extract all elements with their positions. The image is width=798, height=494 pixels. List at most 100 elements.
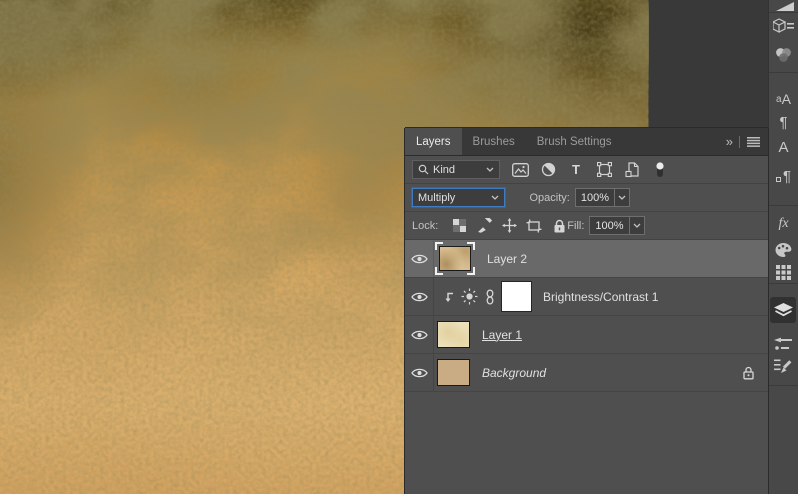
layer-row-layer2[interactable]: Layer 2	[405, 240, 768, 278]
dock-divider	[769, 12, 798, 13]
glyphs-panel-icon[interactable]: aA	[769, 89, 798, 109]
clipping-mask-arrow-icon	[445, 292, 453, 302]
color-panel-icon[interactable]	[769, 45, 798, 65]
tab-layers[interactable]: Layers	[405, 128, 462, 155]
character-glyph: A	[778, 138, 789, 156]
lock-artboard-nesting-icon[interactable]	[526, 218, 542, 234]
tab-brush-settings[interactable]: Brush Settings	[526, 128, 623, 155]
background-locked-icon[interactable]	[742, 365, 755, 380]
eye-icon	[410, 254, 428, 263]
chevron-down-icon	[633, 223, 641, 228]
lock-label: Lock:	[412, 219, 439, 232]
visibility-toggle[interactable]	[405, 240, 434, 277]
chevron-down-icon	[491, 195, 499, 200]
tab-brushes-label: Brushes	[472, 135, 515, 148]
layer-name[interactable]: Layer 1	[482, 328, 522, 342]
brushes-panel-icon[interactable]	[769, 334, 798, 354]
patterns-panel-icon[interactable]	[769, 262, 798, 282]
paragraph-glyph: ¶	[779, 113, 788, 131]
filter-type-layers-icon[interactable]: T	[567, 161, 585, 179]
filter-type-buttons: T	[511, 161, 669, 179]
glyphs-big-a: A	[781, 91, 791, 107]
blend-mode-dropdown[interactable]: Multiply	[412, 188, 505, 207]
paragraph-styles-glyph: ¶	[782, 167, 792, 185]
panel-icon-dock: aA ¶ A ¶ fx	[768, 0, 798, 494]
panel-tab-bar: Layers Brushes Brush Settings »	[405, 128, 768, 156]
tab-layers-label: Layers	[416, 135, 451, 148]
layer-row-layer1[interactable]: Layer 1	[405, 316, 768, 354]
blend-mode-value: Multiply	[418, 191, 456, 204]
brightness-contrast-adjustment-icon[interactable]	[461, 288, 478, 305]
partial-panel-icon[interactable]	[769, 0, 798, 17]
filter-kind-dropdown[interactable]: Kind	[412, 160, 500, 179]
eye-icon	[410, 330, 428, 339]
fill-value: 100%	[595, 219, 624, 232]
styles-square-glyph	[775, 177, 781, 182]
layers-panel: Layers Brushes Brush Settings » Kind T M…	[405, 128, 768, 494]
photoshop-workspace: aA ¶ A ¶ fx Layers Brushes Brush Setting…	[0, 0, 798, 494]
opacity-control: Opacity: 100%	[529, 188, 630, 207]
visibility-toggle[interactable]	[405, 278, 434, 315]
libraries-icon[interactable]	[769, 16, 798, 36]
fill-value-box[interactable]: 100%	[589, 216, 645, 235]
character-panel-icon[interactable]: A	[769, 137, 798, 157]
lock-all-icon[interactable]	[551, 218, 567, 234]
dock-divider	[769, 283, 798, 284]
lock-row: Lock: Fill: 100%	[405, 212, 768, 240]
layer-name[interactable]: Background	[482, 366, 546, 380]
eye-icon	[410, 292, 428, 301]
visibility-toggle[interactable]	[405, 354, 434, 391]
visibility-toggle[interactable]	[405, 316, 434, 353]
layer-mask-thumbnail[interactable]	[501, 281, 532, 312]
chevron-down-icon	[618, 195, 626, 200]
filter-shape-layers-icon[interactable]	[595, 161, 613, 179]
tab-brushes[interactable]: Brushes	[462, 128, 526, 155]
layer-filter-row: Kind T	[405, 156, 768, 184]
dock-divider	[769, 205, 798, 206]
filter-adjustment-layers-icon[interactable]	[539, 161, 557, 179]
layers-panel-icon-active[interactable]	[770, 297, 796, 323]
adjustment-indicators	[442, 288, 495, 305]
layer-name[interactable]: Brightness/Contrast 1	[543, 290, 658, 304]
filter-toggle-icon[interactable]	[651, 161, 669, 179]
panel-header-controls: »	[726, 128, 768, 155]
blend-mode-row: Multiply Opacity: 100%	[405, 184, 768, 212]
opacity-value: 100%	[580, 191, 609, 204]
brush-settings-panel-icon[interactable]	[769, 356, 798, 376]
eye-icon	[410, 368, 428, 377]
layer1-thumbnail-image[interactable]	[437, 321, 470, 348]
paragraph-panel-icon[interactable]: ¶	[769, 112, 798, 132]
styles-fx-panel-icon[interactable]: fx	[769, 214, 798, 234]
panel-menu-icon[interactable]	[747, 136, 760, 147]
filter-pixel-layers-icon[interactable]	[511, 161, 529, 179]
layer-content: Background	[434, 354, 768, 391]
layer-row-background[interactable]: Background	[405, 354, 768, 392]
background-thumbnail-image[interactable]	[437, 359, 470, 386]
lock-buttons	[451, 218, 567, 234]
dock-divider	[769, 72, 798, 73]
fx-glyph: fx	[778, 216, 789, 231]
layer-content: Layer 1	[434, 316, 768, 353]
lock-position-icon[interactable]	[501, 218, 517, 234]
fill-chevron[interactable]	[628, 217, 644, 234]
dock-divider	[769, 385, 798, 386]
opacity-value-box[interactable]: 100%	[574, 188, 630, 207]
layer-name[interactable]: Layer 2	[487, 252, 527, 266]
filter-smart-objects-icon[interactable]	[623, 161, 641, 179]
lock-image-pixels-icon[interactable]	[476, 218, 492, 234]
layer-content: Layer 2	[434, 240, 768, 277]
layer2-thumbnail-image	[439, 246, 471, 271]
opacity-label: Opacity:	[529, 191, 570, 204]
collapse-panel-icon[interactable]: »	[726, 134, 733, 149]
tab-brush-settings-label: Brush Settings	[536, 135, 612, 148]
layer-thumbnail-active[interactable]	[435, 242, 475, 275]
header-divider	[739, 135, 740, 148]
lock-transparent-pixels-icon[interactable]	[451, 218, 467, 234]
paragraph-styles-panel-icon[interactable]: ¶	[769, 166, 798, 186]
mask-link-icon[interactable]	[485, 288, 495, 305]
layer-row-brightness-contrast[interactable]: Brightness/Contrast 1	[405, 278, 768, 316]
filter-kind-value: Kind	[433, 163, 456, 176]
opacity-chevron[interactable]	[614, 189, 629, 206]
fill-control: Fill: 100%	[567, 216, 645, 235]
swatches-panel-icon[interactable]	[769, 240, 798, 260]
